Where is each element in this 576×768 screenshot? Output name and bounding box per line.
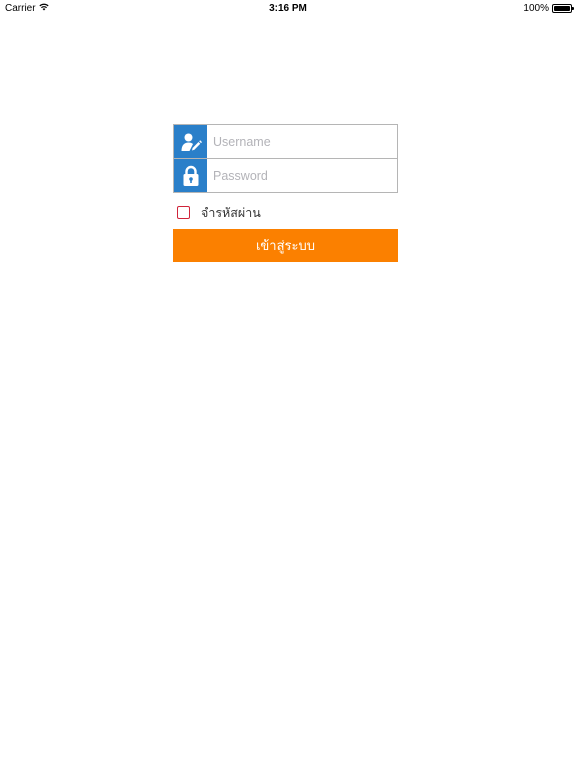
battery-icon bbox=[552, 4, 574, 13]
credentials-group bbox=[173, 124, 398, 193]
password-input[interactable] bbox=[207, 159, 397, 192]
user-edit-icon bbox=[174, 125, 207, 158]
battery-percent: 100% bbox=[523, 3, 549, 14]
login-form: จำรหัสผ่าน เข้าสู่ระบบ bbox=[173, 124, 398, 262]
login-button[interactable]: เข้าสู่ระบบ bbox=[173, 229, 398, 262]
password-row bbox=[174, 158, 397, 192]
status-bar: Carrier 3:16 PM 100% bbox=[0, 0, 576, 18]
remember-password-checkbox[interactable] bbox=[177, 206, 190, 219]
remember-password-label: จำรหัสผ่าน bbox=[201, 204, 261, 220]
username-input[interactable] bbox=[207, 125, 397, 158]
battery-fill bbox=[554, 6, 570, 11]
username-row bbox=[174, 125, 397, 158]
battery-indicator: 100% bbox=[523, 3, 574, 14]
remember-password-row: จำรหัสผ่าน bbox=[173, 204, 398, 221]
lock-icon bbox=[174, 159, 207, 192]
clock: 3:16 PM bbox=[269, 3, 307, 14]
